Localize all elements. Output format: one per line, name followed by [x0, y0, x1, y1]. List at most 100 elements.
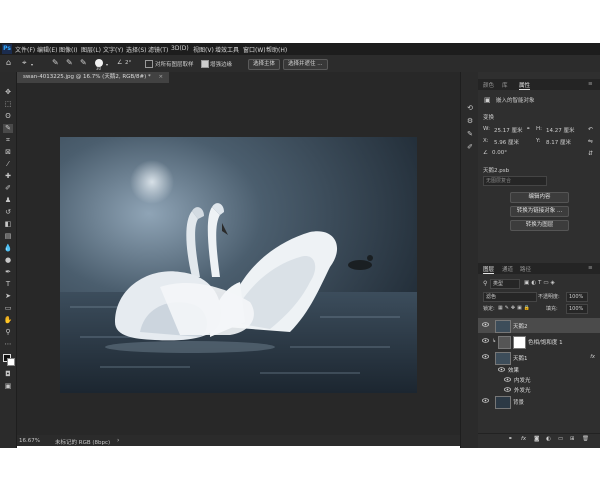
- clone-stamp-icon[interactable]: ♟: [3, 196, 13, 205]
- more-tools-icon[interactable]: ⋯: [3, 340, 13, 349]
- quick-selection-tool-icon[interactable]: ✎: [3, 124, 13, 133]
- path-selection-icon[interactable]: ➤: [3, 292, 13, 301]
- menu-help[interactable]: 帮助(H): [266, 45, 287, 54]
- menu-filter[interactable]: 滤镜(T): [148, 45, 168, 54]
- brush-size-value[interactable]: 30: [96, 66, 101, 71]
- blend-mode-select[interactable]: 滤色: [483, 292, 537, 302]
- eyedropper-tool-icon[interactable]: ⁄: [3, 160, 13, 169]
- ps-logo-icon[interactable]: Ps: [2, 44, 12, 54]
- background-color-swatch[interactable]: [7, 358, 15, 366]
- adjustments-panel-icon[interactable]: ⚙: [465, 117, 475, 126]
- screen-mode-icon[interactable]: ▣: [3, 382, 13, 391]
- close-tab-icon[interactable]: ×: [159, 74, 164, 80]
- eraser-tool-icon[interactable]: ◧: [3, 220, 13, 229]
- effects-group-row[interactable]: 效果: [478, 364, 600, 374]
- new-layer-icon[interactable]: ⊞: [570, 436, 575, 442]
- menu-type[interactable]: 文字(Y): [103, 45, 123, 54]
- tab-properties[interactable]: 属性: [519, 81, 531, 90]
- add-mask-icon[interactable]: ◙: [534, 436, 539, 442]
- visibility-eye-icon[interactable]: [482, 322, 489, 327]
- angle-value[interactable]: 2°: [125, 60, 131, 66]
- sample-all-layers-checkbox[interactable]: [145, 60, 153, 68]
- select-subject-button[interactable]: 选择主体: [248, 59, 281, 70]
- brushes-panel-icon[interactable]: ✎: [465, 130, 475, 139]
- frame-tool-icon[interactable]: ⊠: [3, 148, 13, 157]
- subtract-selection-icon[interactable]: ✎: [80, 58, 87, 67]
- delete-layer-icon[interactable]: 🗑: [582, 436, 589, 442]
- pen-tool-icon[interactable]: ✒: [3, 268, 13, 277]
- fill-value[interactable]: 100%: [566, 304, 588, 314]
- tab-libraries[interactable]: 库: [502, 81, 508, 89]
- menu-image[interactable]: 图像(I): [59, 45, 77, 54]
- quick-selection-tool-icon[interactable]: ⌖: [22, 58, 27, 68]
- effect-row-outer-glow[interactable]: 外发光: [478, 384, 600, 394]
- link-icon[interactable]: ⚭: [526, 126, 530, 132]
- visibility-eye-icon[interactable]: [498, 367, 505, 372]
- menu-edit[interactable]: 编辑(E): [37, 45, 57, 54]
- visibility-eye-icon[interactable]: [504, 377, 511, 382]
- history-brush-icon[interactable]: ↺: [3, 208, 13, 217]
- edit-contents-button[interactable]: 编辑内容: [510, 192, 569, 203]
- tab-paths[interactable]: 路径: [520, 265, 531, 273]
- x-value[interactable]: 5.96 厘米: [494, 138, 519, 146]
- new-adjustment-icon[interactable]: ◐: [546, 436, 551, 442]
- width-value[interactable]: 25.17 厘米: [494, 126, 523, 134]
- brush-tool-icon[interactable]: ✐: [3, 184, 13, 193]
- angle-value[interactable]: 0.00°: [492, 150, 507, 156]
- enhance-edge-checkbox[interactable]: [201, 60, 209, 68]
- layer-row-hue-saturation[interactable]: ↳ 色相/饱和度 1: [478, 334, 600, 349]
- convert-to-linked-button[interactable]: 转换为链接对象 ...: [510, 206, 569, 217]
- opacity-value[interactable]: 100%: [566, 292, 588, 302]
- marquee-tool-icon[interactable]: ⬚: [3, 100, 13, 109]
- layer-row-background[interactable]: 背景: [478, 394, 600, 409]
- visibility-eye-icon[interactable]: [482, 338, 489, 343]
- zoom-level[interactable]: 16.67%: [19, 438, 40, 444]
- layer-mask-thumbnail[interactable]: [513, 336, 526, 349]
- hand-tool-icon[interactable]: ✋: [3, 316, 13, 325]
- layer-row-swan1[interactable]: 天鹅1 fx: [478, 350, 600, 365]
- height-value[interactable]: 14.27 厘米: [546, 126, 575, 134]
- tool-preset-chevron-icon[interactable]: ▾: [31, 62, 33, 67]
- visibility-eye-icon[interactable]: [482, 398, 489, 403]
- menu-layer[interactable]: 图层(L): [81, 45, 101, 54]
- visibility-eye-icon[interactable]: [482, 354, 489, 359]
- layer-name[interactable]: 天鹅1: [513, 354, 528, 362]
- menu-file[interactable]: 文件(F): [15, 45, 35, 54]
- menu-view[interactable]: 视图(V): [193, 45, 214, 54]
- home-icon[interactable]: ⌂: [6, 58, 11, 67]
- menu-plugins[interactable]: 增效工具: [215, 45, 239, 54]
- dodge-tool-icon[interactable]: ●: [3, 256, 13, 265]
- layer-effects-badge[interactable]: fx: [590, 354, 595, 360]
- link-layers-icon[interactable]: ⚭: [508, 436, 513, 442]
- quick-mask-icon[interactable]: ◘: [3, 370, 13, 379]
- zoom-tool-icon[interactable]: ⚲: [3, 328, 13, 337]
- select-and-mask-button[interactable]: 选择并遮住 ...: [283, 59, 328, 70]
- add-to-selection-icon[interactable]: ✎: [66, 58, 73, 67]
- swan-photo[interactable]: [60, 137, 417, 393]
- brush-picker-chevron-icon[interactable]: ▾: [106, 62, 108, 67]
- layer-name[interactable]: 色相/饱和度 1: [528, 338, 563, 346]
- layer-name[interactable]: 天鹅2: [513, 322, 528, 330]
- healing-brush-icon[interactable]: ✚: [3, 172, 13, 181]
- layer-comp-select[interactable]: 无图层复合: [483, 176, 547, 186]
- type-tool-icon[interactable]: T: [3, 280, 13, 289]
- crop-tool-icon[interactable]: ⌗: [3, 136, 13, 145]
- flip-horizontal-icon[interactable]: ⇋: [588, 138, 593, 145]
- new-selection-icon[interactable]: ✎: [52, 58, 59, 67]
- history-panel-icon[interactable]: ⟲: [465, 104, 475, 113]
- new-group-icon[interactable]: ▭: [558, 436, 563, 442]
- brush-settings-icon[interactable]: ✐: [465, 143, 475, 152]
- menu-3d[interactable]: 3D(D): [171, 45, 189, 52]
- tab-layers[interactable]: 图层: [483, 265, 495, 274]
- filter-kind-select[interactable]: 类型: [490, 279, 520, 289]
- tab-color[interactable]: 颜色: [483, 81, 494, 89]
- tab-channels[interactable]: 通道: [502, 265, 513, 273]
- lasso-tool-icon[interactable]: ʘ: [3, 112, 13, 121]
- panel-menu-icon[interactable]: ≡: [588, 81, 593, 87]
- visibility-eye-icon[interactable]: [504, 387, 511, 392]
- menu-window[interactable]: 窗口(W): [243, 45, 266, 54]
- layers-panel-menu-icon[interactable]: ≡: [588, 265, 593, 271]
- filter-type-icons[interactable]: ▣◐T▭◈: [524, 280, 557, 286]
- move-tool-icon[interactable]: ✥: [3, 88, 13, 97]
- document-tab[interactable]: swan-4013225.jpg @ 16.7% (天鹅2, RGB/8#) *…: [17, 72, 170, 83]
